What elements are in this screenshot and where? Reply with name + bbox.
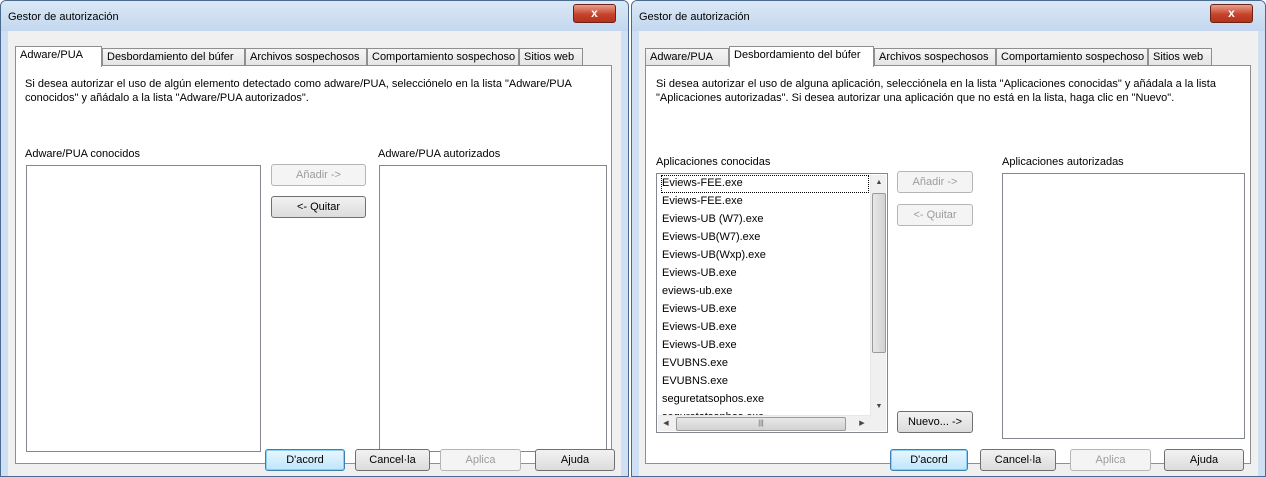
tab-adware-pua[interactable]: Adware/PUA xyxy=(15,46,102,67)
ok-button[interactable]: D'acord xyxy=(890,449,968,471)
list-item[interactable]: Eviews-FEE.exe xyxy=(661,193,869,211)
list-items: Eviews-FEE.exe Eviews-FEE.exe Eviews-UB (W… xyxy=(661,175,869,427)
window-title: Gestor de autorización xyxy=(639,11,750,23)
tab-panel: Si desea autorizar el uso de alguna apli… xyxy=(645,65,1251,464)
tab-suspicious-behavior[interactable]: Comportamiento sospechoso xyxy=(996,48,1148,66)
add-button[interactable]: Añadir -> xyxy=(271,164,366,186)
list-item[interactable]: Eviews-UB.exe xyxy=(661,337,869,355)
known-applications-list[interactable]: Eviews-FEE.exe Eviews-FEE.exe Eviews-UB (W… xyxy=(656,173,888,433)
scroll-corner xyxy=(870,415,886,431)
add-button[interactable]: Añadir -> xyxy=(897,171,973,193)
tab-suspicious-behavior[interactable]: Comportamiento sospechoso xyxy=(367,48,519,66)
vertical-scrollbar[interactable]: ▲ ▼ xyxy=(870,175,886,415)
authorization-manager-window-buffer: Gestor de autorización x Adware/PUA Desb… xyxy=(631,0,1266,477)
list-item[interactable]: Eviews-UB(W7).exe xyxy=(661,229,869,247)
close-button[interactable]: x xyxy=(1210,4,1253,23)
known-list-label: Adware/PUA conocidos xyxy=(25,148,140,160)
description-text: Si desea autorizar el uso de alguna apli… xyxy=(656,78,1216,104)
known-adware-list[interactable] xyxy=(26,165,261,452)
list-item[interactable]: eviews-ub.exe xyxy=(661,283,869,301)
known-list-label: Aplicaciones conocidas xyxy=(656,156,771,168)
title-bar[interactable]: Gestor de autorización x xyxy=(632,1,1265,31)
authorized-adware-list[interactable] xyxy=(379,165,607,452)
dialog-client-area: Adware/PUA Desbordamiento del búfer Arch… xyxy=(8,31,621,476)
title-bar[interactable]: Gestor de autorización x xyxy=(1,1,628,31)
help-button[interactable]: Ajuda xyxy=(1164,449,1244,471)
list-item[interactable]: Eviews-UB.exe xyxy=(661,319,869,337)
cancel-button[interactable]: Cancel·la xyxy=(355,449,430,471)
close-button[interactable]: x xyxy=(573,4,616,23)
tab-buffer-overflow[interactable]: Desbordamiento del búfer xyxy=(729,46,874,67)
list-item[interactable]: Eviews-UB(Wxp).exe xyxy=(661,247,869,265)
cancel-button[interactable]: Cancel·la xyxy=(980,449,1056,471)
list-item[interactable]: EVUBNS.exe xyxy=(661,355,869,373)
authorization-manager-window-adware: Gestor de autorización x Adware/PUA Desb… xyxy=(0,0,629,477)
new-button[interactable]: Nuevo... -> xyxy=(897,411,973,433)
apply-button[interactable]: Aplica xyxy=(1070,449,1151,471)
authorized-applications-list[interactable] xyxy=(1002,173,1245,439)
tab-panel: Si desea autorizar el uso de algún eleme… xyxy=(15,65,612,464)
scroll-thumb[interactable]: ||| xyxy=(676,417,846,431)
tab-websites[interactable]: Sitios web xyxy=(1148,48,1212,66)
window-title: Gestor de autorización xyxy=(8,11,119,23)
authorized-list-label: Aplicaciones autorizadas xyxy=(1002,156,1124,168)
list-item[interactable]: Eviews-FEE.exe xyxy=(661,175,869,193)
list-item[interactable]: Eviews-UB.exe xyxy=(661,301,869,319)
scroll-thumb[interactable] xyxy=(872,193,886,353)
help-button[interactable]: Ajuda xyxy=(535,449,615,471)
list-item[interactable]: EVUBNS.exe xyxy=(661,373,869,391)
scroll-down-icon[interactable]: ▼ xyxy=(871,399,887,415)
tab-suspicious-files[interactable]: Archivos sospechosos xyxy=(245,48,367,66)
tab-adware-pua[interactable]: Adware/PUA xyxy=(645,48,729,66)
list-item[interactable]: Eviews-UB (W7).exe xyxy=(661,211,869,229)
scroll-left-icon[interactable]: ◀ xyxy=(658,416,674,432)
horizontal-scrollbar[interactable]: ◀ ||| ▶ xyxy=(658,415,870,431)
tab-suspicious-files[interactable]: Archivos sospechosos xyxy=(874,48,996,66)
apply-button[interactable]: Aplica xyxy=(440,449,521,471)
ok-button[interactable]: D'acord xyxy=(265,449,345,471)
list-item[interactable]: Eviews-UB.exe xyxy=(661,265,869,283)
scroll-right-icon[interactable]: ▶ xyxy=(854,416,870,432)
dialog-client-area: Adware/PUA Desbordamiento del búfer Arch… xyxy=(639,31,1258,476)
remove-button[interactable]: <- Quitar xyxy=(271,196,366,218)
tab-websites[interactable]: Sitios web xyxy=(519,48,583,66)
scroll-up-icon[interactable]: ▲ xyxy=(871,175,887,191)
authorized-list-label: Adware/PUA autorizados xyxy=(378,148,501,160)
tab-buffer-overflow[interactable]: Desbordamiento del búfer xyxy=(102,48,245,66)
remove-button[interactable]: <- Quitar xyxy=(897,204,973,226)
description-text: Si desea autorizar el uso de algún eleme… xyxy=(25,78,572,104)
list-item[interactable]: seguretatsophos.exe xyxy=(661,391,869,409)
